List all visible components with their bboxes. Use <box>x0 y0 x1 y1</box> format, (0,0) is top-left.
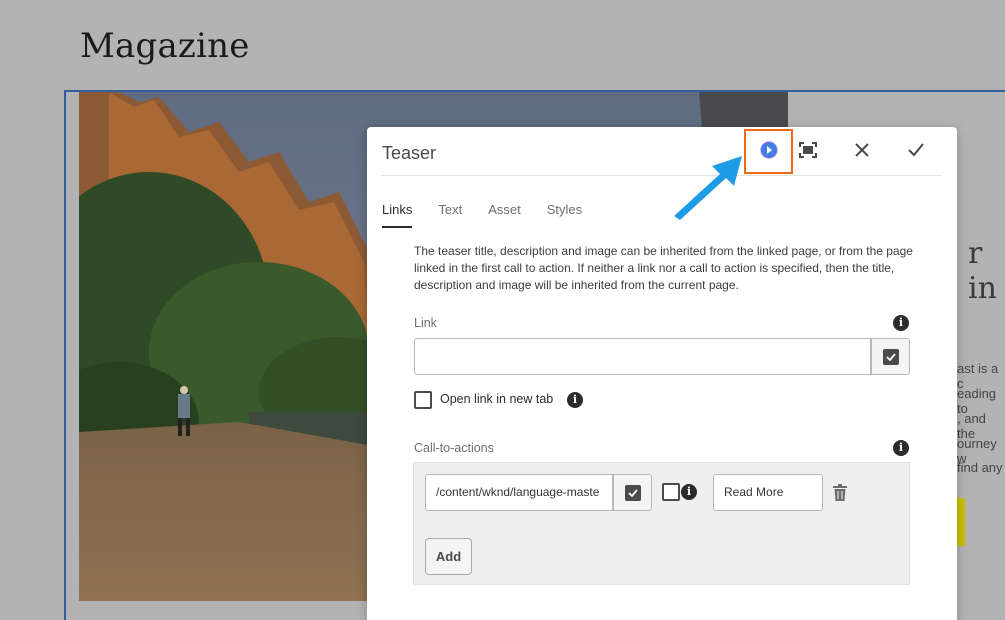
new-tab-info-icon[interactable]: i <box>567 392 583 408</box>
add-cta-button[interactable]: Add <box>425 538 472 575</box>
done-check-icon <box>908 143 924 157</box>
links-description: The teaser title, description and image … <box>414 244 913 292</box>
open-new-tab-label: Open link in new tab <box>440 392 554 406</box>
pointer-arrow-icon <box>668 150 748 224</box>
done-button[interactable] <box>894 131 938 169</box>
tab-styles[interactable]: Styles <box>547 202 582 228</box>
dialog-title: Teaser <box>382 143 437 163</box>
cta-info-icon[interactable]: i <box>893 440 909 456</box>
cta-path-input[interactable]: /content/wknd/language-maste <box>425 474 613 511</box>
delete-cta-icon[interactable] <box>833 484 847 505</box>
link-label: Link <box>414 316 437 330</box>
side-heading: r in <box>968 236 997 306</box>
tab-asset[interactable]: Asset <box>488 202 521 228</box>
open-new-tab-checkbox[interactable] <box>414 391 432 409</box>
side-text-line: find any <box>957 460 1003 475</box>
picker-check-icon <box>624 484 641 501</box>
cta-panel: /content/wknd/language-maste i Read More… <box>413 462 910 585</box>
cta-path-picker-button[interactable] <box>613 474 652 511</box>
page-title: Magazine <box>80 26 250 66</box>
link-info-icon[interactable]: i <box>893 315 909 331</box>
link-input[interactable] <box>414 338 871 375</box>
link-picker-button[interactable] <box>871 338 910 375</box>
tab-links[interactable]: Links <box>382 202 413 228</box>
tab-text[interactable]: Text <box>438 202 462 228</box>
page-cta-button <box>957 498 965 546</box>
cta-item-info-icon[interactable]: i <box>681 484 697 500</box>
header-divider <box>381 175 942 176</box>
tab-bar: Links Text Asset Styles <box>382 202 608 228</box>
close-button[interactable] <box>840 131 884 169</box>
picker-check-icon <box>882 348 899 365</box>
close-icon <box>855 143 869 157</box>
cta-text-input[interactable]: Read More <box>713 474 823 511</box>
fullscreen-icon <box>799 142 817 158</box>
cta-label: Call-to-actions <box>414 441 494 455</box>
cta-checkbox[interactable] <box>662 483 680 501</box>
teaser-dialog: Teaser Links Text Asset Styles The tease… <box>367 127 957 620</box>
fullscreen-button[interactable] <box>786 131 830 169</box>
